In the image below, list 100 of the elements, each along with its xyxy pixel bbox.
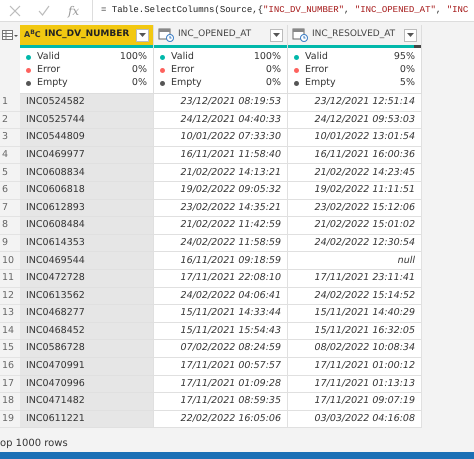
table-cell: INC0469977 — [20, 146, 154, 164]
quality-value: 0% — [132, 63, 147, 78]
table-cell: INC0586728 — [20, 340, 154, 358]
table-menu-icon[interactable] — [2, 30, 18, 40]
quality-value: 0% — [400, 63, 415, 78]
table-cell: 15/11/2021 16:32:05 — [288, 322, 422, 340]
table-cell: 24/02/2022 15:14:52 — [288, 288, 422, 306]
table-cell: INC0608834 — [20, 164, 154, 182]
table-cell: INC0470991 — [20, 358, 154, 376]
column-header[interactable]: A$^{B}$C INC_DV_NUMBER — [20, 25, 153, 45]
column-dropdown-button[interactable] — [136, 28, 149, 42]
table-cell: INC0471482 — [20, 393, 154, 411]
quality-value: 100% — [120, 50, 147, 64]
caret-icon — [139, 33, 146, 37]
quality-value: 0% — [266, 63, 281, 78]
quality-label: Error — [37, 63, 62, 78]
table-cell: 07/02/2022 08:24:59 — [154, 340, 288, 358]
table-cell: 15/11/2021 14:33:44 — [154, 305, 288, 323]
table-cell: 23/02/2022 15:12:06 — [288, 200, 422, 218]
table-cell: 24/02/2022 11:58:59 — [154, 234, 288, 252]
table-cell: 08/02/2022 10:08:34 — [288, 340, 422, 358]
table-cell: 16/11/2021 16:00:36 — [288, 146, 422, 164]
table-cell: INC0469544 — [20, 252, 154, 270]
table-cell: 24/12/2021 04:40:33 — [154, 112, 288, 130]
table-cell: 15/11/2021 15:54:43 — [154, 322, 288, 340]
row-number: 18 — [0, 393, 20, 411]
row-number: 14 — [0, 322, 20, 340]
table-cell: 10/01/2022 07:33:30 — [154, 129, 288, 147]
quality-value: 0% — [132, 76, 147, 90]
row-number: 19 — [0, 410, 20, 428]
table-cell: INC0468452 — [20, 322, 154, 340]
quality-label: Valid — [305, 50, 329, 64]
table-cell: null — [288, 252, 422, 270]
table-cell: 17/11/2021 09:07:19 — [288, 393, 422, 411]
table-cell: 17/11/2021 01:09:28 — [154, 376, 288, 394]
table-cell: INC0613562 — [20, 288, 154, 306]
table-cell: 19/02/2022 09:05:32 — [154, 182, 288, 200]
quality-value: 5% — [400, 76, 415, 90]
row-number: 3 — [0, 129, 20, 147]
row-number: 13 — [0, 305, 20, 323]
table-cell: INC0524582 — [20, 94, 154, 112]
table-cell: 23/12/2021 12:51:14 — [288, 94, 422, 112]
column-dropdown-button[interactable] — [270, 28, 283, 42]
caret-icon — [407, 33, 414, 37]
quality-value: 0% — [266, 76, 281, 90]
checkmark-icon[interactable] — [38, 4, 50, 16]
table-cell: INC0468277 — [20, 305, 154, 323]
row-number: 1 — [0, 94, 20, 112]
table-cell: 21/02/2022 11:42:59 — [154, 217, 288, 235]
calendar-clock-icon — [292, 28, 308, 42]
table-cell: 10/01/2022 13:01:54 — [288, 129, 422, 147]
table-cell: 23/12/2021 08:19:53 — [154, 94, 288, 112]
table-cell: INC0608484 — [20, 217, 154, 235]
quality-label: Valid — [37, 50, 61, 64]
row-number: 12 — [0, 288, 20, 306]
table-cell: 15/11/2021 14:40:29 — [288, 305, 422, 323]
row-number: 15 — [0, 340, 20, 358]
table-cell: INC0470996 — [20, 376, 154, 394]
quality-label: Empty — [305, 76, 337, 90]
table-cell: 17/11/2021 22:08:10 — [154, 270, 288, 288]
table-cell: 17/11/2021 01:13:13 — [288, 376, 422, 394]
table-cell: 21/02/2022 14:23:45 — [288, 164, 422, 182]
row-number: 8 — [0, 217, 20, 235]
table-cell: INC0606818 — [20, 182, 154, 200]
quality-label: Error — [171, 63, 196, 78]
row-number: 7 — [0, 200, 20, 218]
table-cell: 17/11/2021 23:11:41 — [288, 270, 422, 288]
table-cell: 23/02/2022 14:35:21 — [154, 200, 288, 218]
quality-value: 95% — [394, 50, 415, 64]
calendar-clock-icon — [158, 28, 174, 42]
table-cell: 21/02/2022 14:13:21 — [154, 164, 288, 182]
formula-text[interactable]: = Table.SelectColumns(Source,{"INC_DV_NUMBER", "INC_OPENED_AT", "INC — [92, 0, 474, 21]
table-cell: 03/03/2022 04:16:08 — [288, 410, 422, 428]
quality-label: Empty — [171, 76, 203, 90]
table-cell: 17/11/2021 01:00:12 — [288, 358, 422, 376]
table-cell: 22/02/2022 16:05:06 — [154, 410, 288, 428]
table-cell: INC0544809 — [20, 129, 154, 147]
column-dropdown-button[interactable] — [404, 28, 417, 42]
table-cell: INC0612893 — [20, 200, 154, 218]
quality-label: Valid — [171, 50, 195, 64]
table-cell: 19/02/2022 11:11:51 — [288, 182, 422, 200]
table-cell: 17/11/2021 00:57:57 — [154, 358, 288, 376]
quality-label: Empty — [37, 76, 69, 90]
row-number: 17 — [0, 376, 20, 394]
table-cell: 16/11/2021 11:58:40 — [154, 146, 288, 164]
table-cell: 16/11/2021 09:18:59 — [154, 252, 288, 270]
quality-value: 100% — [254, 50, 281, 64]
text-type-icon: A$^{B}$C — [24, 31, 41, 39]
table-cell: 24/12/2021 09:53:03 — [288, 112, 422, 130]
table-cell: INC0525744 — [20, 112, 154, 130]
caret-icon — [273, 33, 280, 37]
table-cell: 24/02/2022 04:06:41 — [154, 288, 288, 306]
table-cell: 24/02/2022 12:30:54 — [288, 234, 422, 252]
quality-label: Error — [305, 63, 330, 78]
row-number: 2 — [0, 112, 20, 130]
table-cell: 21/02/2022 15:01:02 — [288, 217, 422, 235]
table-cell: INC0614353 — [20, 234, 154, 252]
table-cell: INC0472728 — [20, 270, 154, 288]
table-cell: INC0611221 — [20, 410, 154, 428]
table-cell: 17/11/2021 08:59:35 — [154, 393, 288, 411]
